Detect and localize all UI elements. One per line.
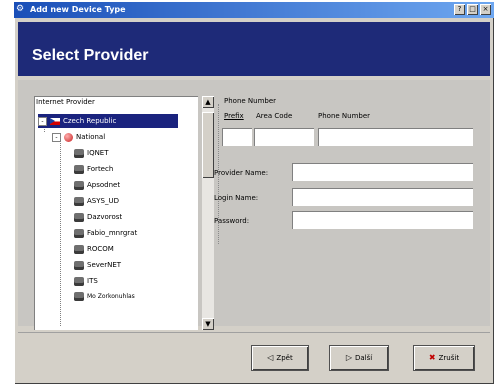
network-icon: [74, 292, 84, 301]
tree-item-label: Fortech: [87, 165, 114, 173]
network-icon: [74, 164, 84, 174]
tree-item-national[interactable]: - National: [52, 130, 105, 144]
provider-name-input[interactable]: [292, 163, 473, 181]
globe-icon: [64, 132, 73, 142]
tree-item-label: Dazvorost: [87, 213, 123, 221]
tree-item-label: ITS: [87, 277, 98, 285]
dialog-window: ⚙ Add new Device Type ? □ × Select Provi…: [14, 2, 494, 384]
cancel-button[interactable]: ✖ Zrušit: [414, 346, 474, 370]
phone-number-label: Phone Number: [318, 112, 371, 120]
cancel-x-icon: ✖: [428, 353, 436, 362]
network-icon: [74, 212, 84, 222]
tree-item-label: IQNET: [87, 149, 109, 157]
next-button-label: Další: [354, 354, 373, 362]
tree-item-label: National: [76, 133, 106, 141]
tree-item-label: Mo Zorkonuhlas: [87, 293, 135, 300]
scroll-thumb[interactable]: [202, 112, 214, 178]
title-bar[interactable]: ⚙ Add new Device Type ? □ ×: [14, 2, 494, 18]
area-code-input[interactable]: [254, 128, 314, 146]
network-icon: [74, 180, 84, 190]
footer-separator: [18, 332, 490, 333]
cancel-button-label: Zrušit: [438, 354, 460, 362]
close-button[interactable]: ×: [480, 4, 491, 15]
tree-item-provider[interactable]: Apsodnet: [74, 178, 120, 192]
password-input[interactable]: [292, 211, 473, 229]
next-button[interactable]: ▷ Další: [330, 346, 388, 370]
czech-flag-icon: [50, 117, 60, 125]
maximize-button[interactable]: □: [467, 4, 478, 15]
help-button[interactable]: ?: [454, 4, 465, 15]
network-icon: [74, 148, 84, 158]
tree-item-provider[interactable]: Mo Zorkonuhlas: [74, 290, 135, 304]
network-icon: [74, 228, 84, 238]
tree-item-provider[interactable]: IQNET: [74, 146, 109, 160]
prefix-label: Prefix: [224, 112, 244, 120]
tree-item-label: Apsodnet: [87, 181, 121, 189]
scroll-down-button[interactable]: ▼: [202, 318, 214, 330]
network-icon: [74, 196, 84, 206]
tree-item-provider[interactable]: SeverNET: [74, 258, 121, 272]
login-name-label: Login Name:: [214, 194, 259, 202]
collapse-icon[interactable]: -: [52, 132, 61, 142]
password-label: Password:: [214, 217, 250, 225]
tree-item-provider[interactable]: ASYS_UD: [74, 194, 119, 208]
login-name-input[interactable]: [292, 188, 473, 206]
provider-tree[interactable]: Internet Provider - Czech Republic - Natio…: [34, 96, 198, 330]
tree-item-label: ASYS_UD: [87, 197, 119, 205]
tree-item-label: Fabio_mnrgrat: [87, 229, 138, 237]
back-button[interactable]: ◁ Zpět: [252, 346, 308, 370]
scroll-up-button[interactable]: ▲: [202, 96, 214, 108]
tree-scrollbar[interactable]: ▲ ▼: [202, 96, 214, 330]
back-button-label: Zpět: [276, 354, 293, 362]
phone-number-group-label: Phone Number: [224, 97, 277, 105]
area-code-label: Area Code: [256, 112, 293, 120]
tree-line: [60, 140, 61, 326]
tree-item-provider[interactable]: Fabio_mnrgrat: [74, 226, 137, 240]
tree-item-provider[interactable]: Fortech: [74, 162, 113, 176]
arrow-right-icon: ▷: [345, 353, 352, 362]
tree-item-label: ROCOM: [87, 245, 114, 253]
network-icon: [74, 260, 84, 270]
prefix-input[interactable]: [222, 128, 252, 146]
arrow-left-icon: ◁: [267, 353, 274, 362]
tree-header: Internet Provider: [36, 98, 95, 106]
tree-item-provider[interactable]: ITS: [74, 274, 98, 288]
tree-item-provider[interactable]: Dazvorost: [74, 210, 122, 224]
tree-item-label: SeverNET: [87, 261, 122, 269]
network-icon: [74, 244, 84, 254]
tree-item-czech-republic[interactable]: - Czech Republic: [38, 114, 178, 128]
app-icon: ⚙: [16, 4, 25, 14]
network-icon: [74, 276, 84, 286]
phone-number-input[interactable]: [318, 128, 473, 146]
tree-item-label: Czech Republic: [63, 117, 117, 125]
page-title: Select Provider: [32, 47, 149, 64]
tree-item-provider[interactable]: ROCOM: [74, 242, 114, 256]
provider-name-label: Provider Name:: [214, 169, 269, 177]
collapse-icon[interactable]: -: [38, 116, 47, 126]
window-title: Add new Device Type: [30, 5, 126, 14]
